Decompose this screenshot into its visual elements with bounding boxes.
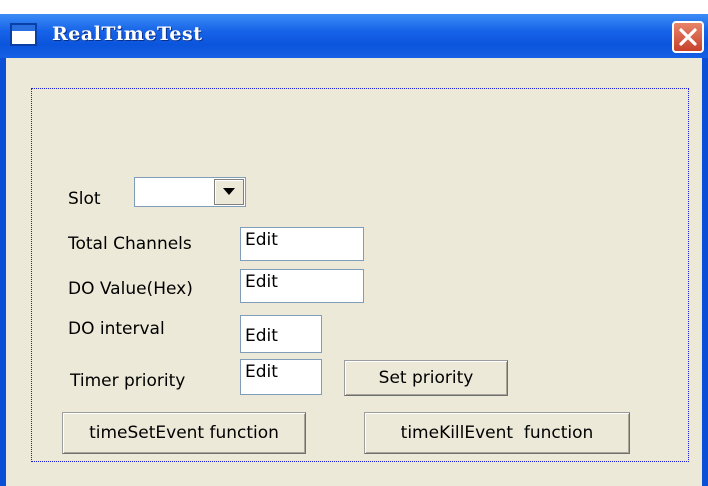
- do-interval-field[interactable]: Edit: [240, 315, 322, 353]
- dialog-client-area: Slot Total Channels Edit DO Value(Hex) E…: [6, 58, 702, 486]
- total-channels-label: Total Channels: [68, 234, 192, 254]
- do-value-label: DO Value(Hex): [68, 279, 193, 299]
- slot-label: Slot: [68, 189, 101, 209]
- time-kill-event-button[interactable]: timeKillEvent function: [364, 412, 630, 454]
- do-value-field[interactable]: Edit: [240, 269, 364, 303]
- timer-priority-label: Timer priority: [70, 371, 186, 391]
- slot-value: [135, 178, 143, 186]
- close-button[interactable]: [672, 21, 704, 53]
- timer-priority-field[interactable]: Edit: [240, 359, 322, 395]
- title-bar[interactable]: RealTimeTest: [0, 14, 708, 58]
- app-window: RealTimeTest Slot Total Channels Edit DO…: [0, 14, 708, 486]
- top-strip: [0, 0, 708, 14]
- window-icon: [10, 23, 37, 46]
- set-priority-button[interactable]: Set priority: [344, 360, 508, 396]
- group-box: Slot Total Channels Edit DO Value(Hex) E…: [31, 88, 689, 462]
- total-channels-field[interactable]: Edit: [240, 227, 364, 261]
- chevron-down-icon: [223, 188, 235, 195]
- close-icon: [679, 28, 697, 46]
- window-title: RealTimeTest: [52, 23, 203, 45]
- slot-dropdown-button[interactable]: [214, 179, 244, 205]
- do-interval-label: DO interval: [68, 319, 165, 339]
- slot-combobox[interactable]: [134, 177, 246, 207]
- time-set-event-button[interactable]: timeSetEvent function: [62, 412, 306, 454]
